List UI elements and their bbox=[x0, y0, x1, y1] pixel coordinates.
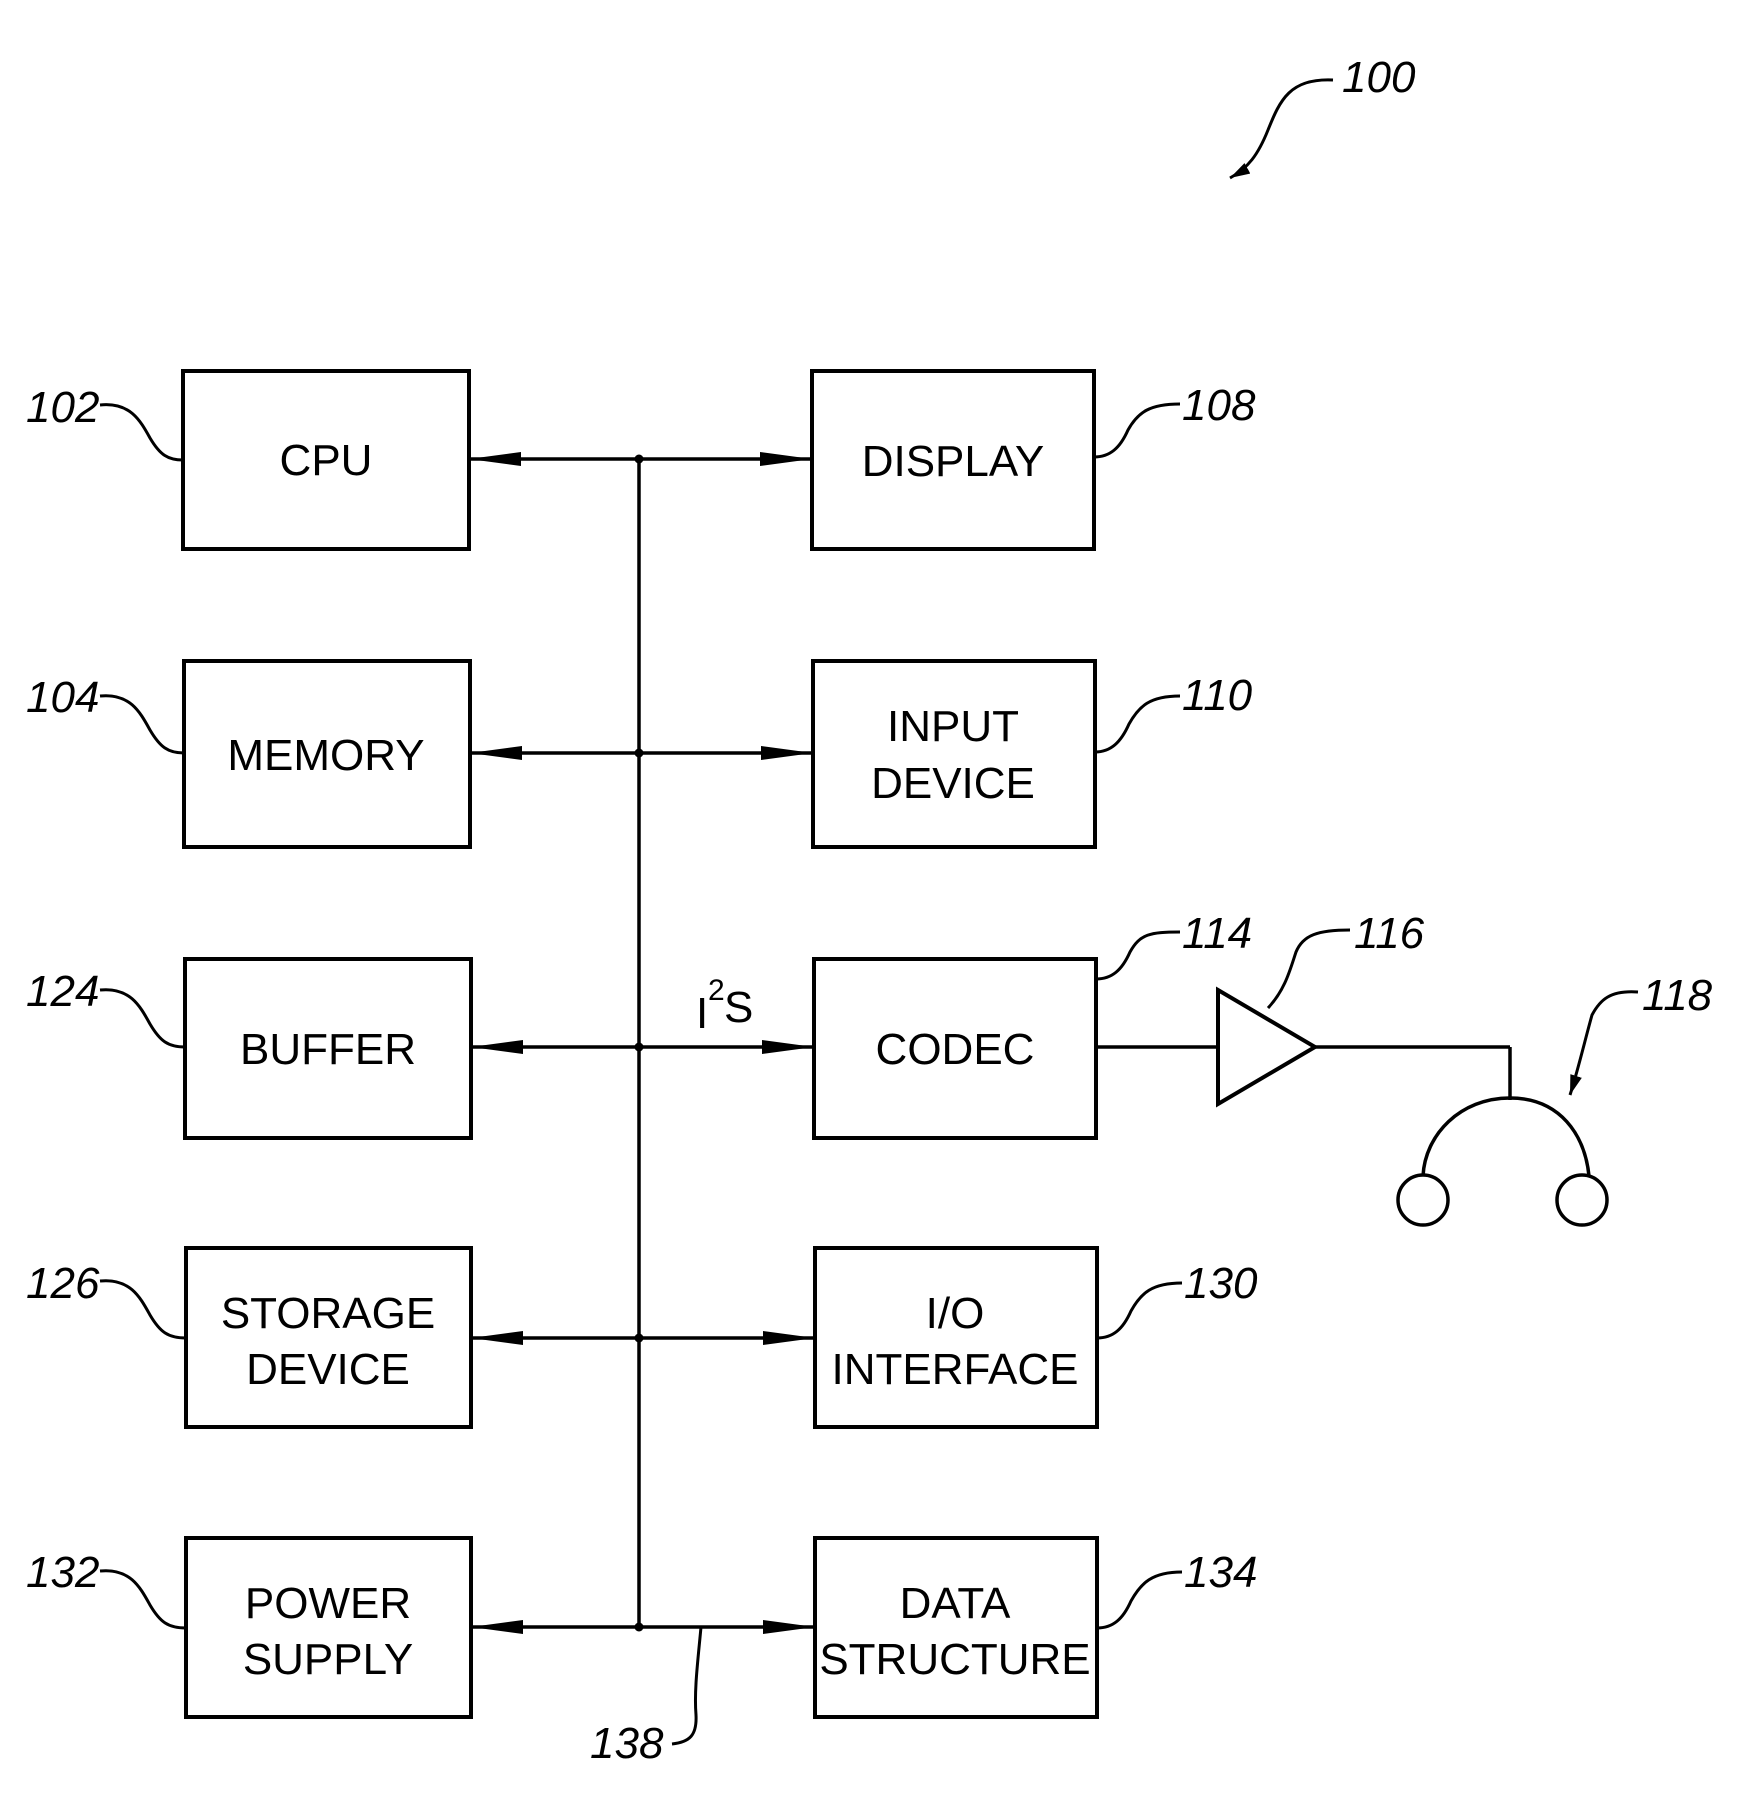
buffer-ref-leader bbox=[99, 988, 186, 1049]
power-label-line1: POWER bbox=[245, 1579, 411, 1628]
memory-ref-leader bbox=[99, 694, 185, 755]
display-ref-leader bbox=[1093, 402, 1181, 459]
block-input-device: INPUT DEVICE 110 bbox=[811, 659, 1253, 849]
codec-label: CODEC bbox=[876, 1025, 1035, 1074]
input-ref-leader bbox=[1094, 694, 1181, 754]
figure-reference: 100 bbox=[1229, 53, 1416, 180]
headphones-icon: 118 bbox=[1396, 971, 1713, 1227]
amplifier: 116 bbox=[1096, 909, 1512, 1108]
amplifier-triangle-icon bbox=[1216, 986, 1319, 1108]
block-cpu: CPU 102 bbox=[26, 369, 471, 551]
display-label: DISPLAY bbox=[862, 437, 1045, 486]
input-box bbox=[811, 659, 1097, 849]
cpu-ref: 102 bbox=[26, 383, 99, 432]
block-display: DISPLAY 108 bbox=[810, 369, 1256, 551]
input-label-line1: INPUT bbox=[887, 702, 1019, 751]
power-ref-leader bbox=[99, 1569, 187, 1630]
headphone-right-earpiece bbox=[1555, 1173, 1609, 1227]
io-ref-leader bbox=[1096, 1281, 1183, 1340]
cpu-label: CPU bbox=[280, 436, 373, 485]
headphones-ref-arrow bbox=[1568, 990, 1639, 1096]
memory-label: MEMORY bbox=[227, 731, 424, 780]
memory-ref: 104 bbox=[26, 673, 99, 722]
cpu-ref-leader bbox=[99, 403, 184, 462]
amplifier-ref: 116 bbox=[1354, 909, 1425, 958]
bus-connections bbox=[469, 452, 815, 1634]
block-diagram: 100 CPU 102 MEMORY 104 BUFFER 124 STORAG… bbox=[26, 53, 1713, 1768]
input-ref: 110 bbox=[1182, 671, 1253, 720]
storage-ref-leader bbox=[99, 1279, 187, 1340]
figure-ref-label: 100 bbox=[1342, 53, 1416, 102]
block-buffer: BUFFER 124 bbox=[26, 957, 473, 1140]
storage-ref: 126 bbox=[26, 1259, 100, 1308]
block-memory: MEMORY 104 bbox=[26, 659, 472, 849]
bus-ref-label: 138 bbox=[590, 1719, 664, 1768]
codec-ref-leader bbox=[1095, 930, 1181, 981]
datastructure-ref-leader bbox=[1096, 1570, 1183, 1630]
bus-junction-2 bbox=[634, 748, 644, 758]
i2s-superscript: 2 bbox=[708, 974, 725, 1007]
bus-ref-leader bbox=[671, 1626, 703, 1746]
block-io-interface: I/O INTERFACE 130 bbox=[813, 1246, 1258, 1429]
bus-junction-3 bbox=[634, 1042, 644, 1052]
headphone-band bbox=[1421, 1096, 1591, 1177]
block-storage-device: STORAGE DEVICE 126 bbox=[26, 1246, 473, 1429]
bus-reference: 138 bbox=[590, 1626, 703, 1768]
headphone-left-earpiece bbox=[1396, 1173, 1450, 1227]
storage-label-line2: DEVICE bbox=[246, 1345, 410, 1394]
block-power-supply: POWER SUPPLY 132 bbox=[26, 1536, 473, 1719]
bus-junction-5 bbox=[634, 1622, 644, 1632]
buffer-label: BUFFER bbox=[240, 1025, 416, 1074]
i2s-base: I bbox=[696, 989, 708, 1038]
codec-ref: 114 bbox=[1182, 909, 1252, 958]
io-label-line2: INTERFACE bbox=[832, 1345, 1079, 1394]
input-label-line2: DEVICE bbox=[871, 759, 1035, 808]
block-codec: CODEC 114 bbox=[812, 909, 1252, 1140]
datastructure-ref: 134 bbox=[1184, 1548, 1257, 1597]
bus-junction-4 bbox=[634, 1333, 644, 1343]
io-ref: 130 bbox=[1184, 1259, 1258, 1308]
block-data-structure: DATA STRUCTURE 134 bbox=[813, 1536, 1257, 1719]
figure-ref-arrow bbox=[1229, 78, 1334, 180]
power-ref: 132 bbox=[26, 1548, 99, 1597]
bus-junction-1 bbox=[634, 454, 644, 464]
headphones-ref: 118 bbox=[1642, 971, 1713, 1020]
datastructure-label-line1: DATA bbox=[900, 1579, 1011, 1628]
display-ref: 108 bbox=[1182, 381, 1256, 430]
i2s-label: I 2 S bbox=[696, 974, 753, 1038]
datastructure-label-line2: STRUCTURE bbox=[819, 1635, 1090, 1684]
amplifier-ref-leader bbox=[1266, 928, 1351, 1010]
i2s-tail: S bbox=[724, 983, 753, 1032]
io-label-line1: I/O bbox=[926, 1289, 985, 1338]
storage-label-line1: STORAGE bbox=[221, 1289, 435, 1338]
buffer-ref: 124 bbox=[26, 967, 99, 1016]
power-label-line2: SUPPLY bbox=[243, 1635, 413, 1684]
